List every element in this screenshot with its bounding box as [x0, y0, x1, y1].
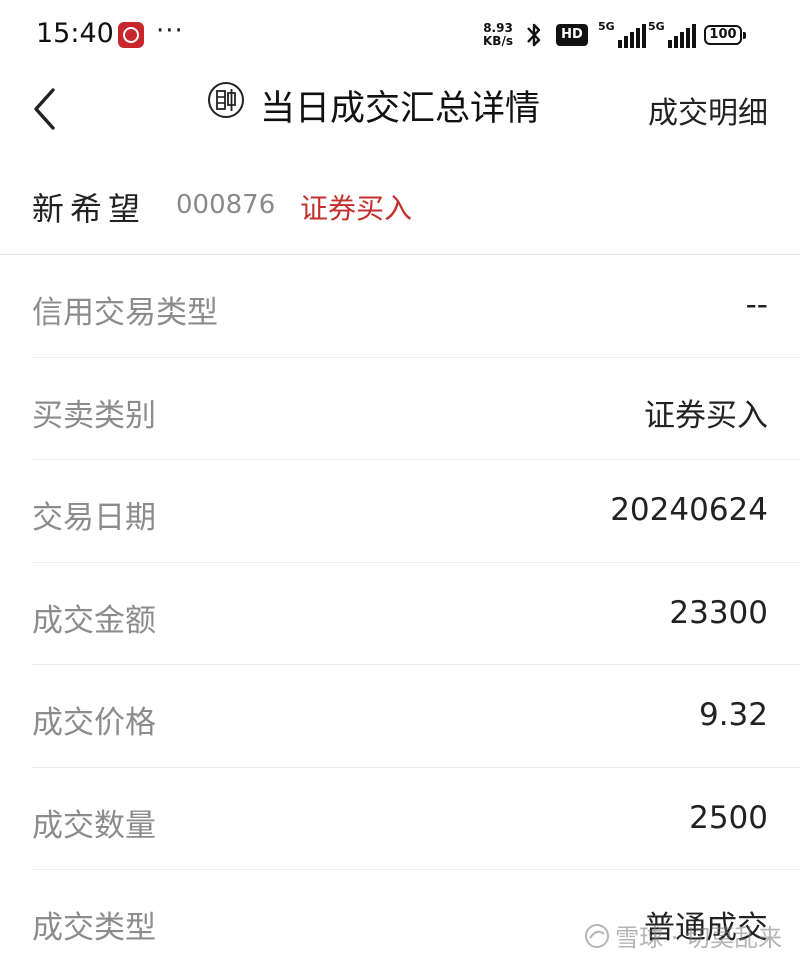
detail-label: 信用交易类型	[32, 295, 218, 331]
detail-row-credit-type: 信用交易类型 --	[32, 255, 800, 358]
page-title: 当日成交汇总详情	[260, 89, 541, 129]
status-time: 15:40	[36, 18, 114, 49]
detail-label: 成交类型	[32, 910, 156, 946]
detail-value: 证券买入	[644, 397, 768, 434]
sim1-network-label: 5G	[598, 20, 615, 33]
detail-label: 买卖类别	[32, 397, 156, 434]
detail-value: 23300	[669, 594, 768, 631]
detail-label: 成交价格	[32, 705, 156, 741]
brokerage-logo-icon	[208, 82, 244, 118]
detail-label: 成交数量	[32, 807, 156, 844]
sim2-signal-icon: 5G	[648, 20, 696, 50]
stock-code: 000876	[176, 190, 276, 220]
trade-direction-badge: 证券买入	[300, 192, 413, 225]
detail-value: 2500	[689, 799, 768, 836]
trade-detail-list: 信用交易类型 -- 买卖类别 证券买入 交易日期 20240624 成交金额 2…	[32, 255, 800, 973]
network-speed: 8.93 KB/s	[478, 22, 518, 48]
detail-row-trade-date: 交易日期 20240624	[32, 460, 800, 563]
detail-label: 成交金额	[32, 602, 156, 639]
sim2-network-label: 5G	[648, 20, 665, 33]
hd-voice-badge: HD	[556, 24, 588, 46]
detail-value: --	[745, 287, 768, 323]
more-notifications-icon: ···	[156, 16, 184, 46]
snowball-logo-icon	[585, 923, 610, 948]
stock-name: 新希望	[32, 190, 147, 228]
detail-row-amount: 成交金额 23300	[32, 563, 800, 665]
bluetooth-icon	[527, 23, 541, 47]
battery-icon: 100	[704, 25, 746, 45]
stock-header: 新希望 000876 证券买入	[0, 152, 800, 255]
status-bar: 15:40 ··· 8.93 KB/s HD 5G 5G 100	[0, 0, 800, 72]
detail-row-price: 成交价格 9.32	[32, 665, 800, 768]
trade-details-link[interactable]: 成交明细	[648, 88, 768, 132]
sim1-signal-icon: 5G	[598, 20, 646, 50]
detail-value: 20240624	[610, 492, 768, 528]
app-notification-icon	[118, 22, 144, 48]
watermark: 雪球 · 切莫乱来	[583, 918, 782, 953]
watermark-text: 雪球 · 切莫乱来	[615, 924, 782, 952]
detail-value: 9.32	[698, 697, 768, 733]
network-speed-unit: KB/s	[483, 34, 513, 48]
back-chevron-icon[interactable]	[26, 82, 66, 136]
detail-row-quantity: 成交数量 2500	[32, 768, 800, 870]
detail-label: 交易日期	[32, 500, 156, 536]
detail-row-trade-side: 买卖类别 证券买入	[32, 358, 800, 460]
